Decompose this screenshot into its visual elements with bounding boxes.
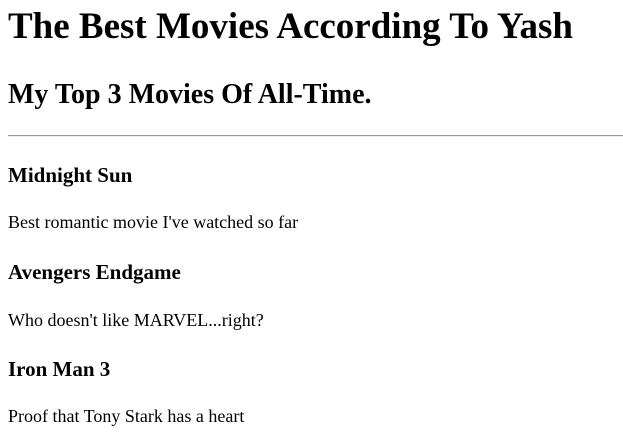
movie-title-iron-man-3: Iron Man 3	[8, 357, 111, 381]
divider	[8, 135, 623, 137]
movie-title-avengers-endgame: Avengers Endgame	[8, 260, 181, 284]
movie-description-avengers-endgame: Who doesn't like MARVEL...right?	[8, 310, 264, 330]
page-subtitle: My Top 3 Movies Of All-Time.	[8, 79, 372, 110]
page-title: The Best Movies According To Yash	[8, 6, 573, 47]
movie-description-midnight-sun: Best romantic movie I've watched so far	[8, 212, 299, 232]
movie-description-iron-man-3: Proof that Tony Stark has a heart	[8, 406, 245, 426]
movie-title-midnight-sun: Midnight Sun	[8, 163, 133, 187]
